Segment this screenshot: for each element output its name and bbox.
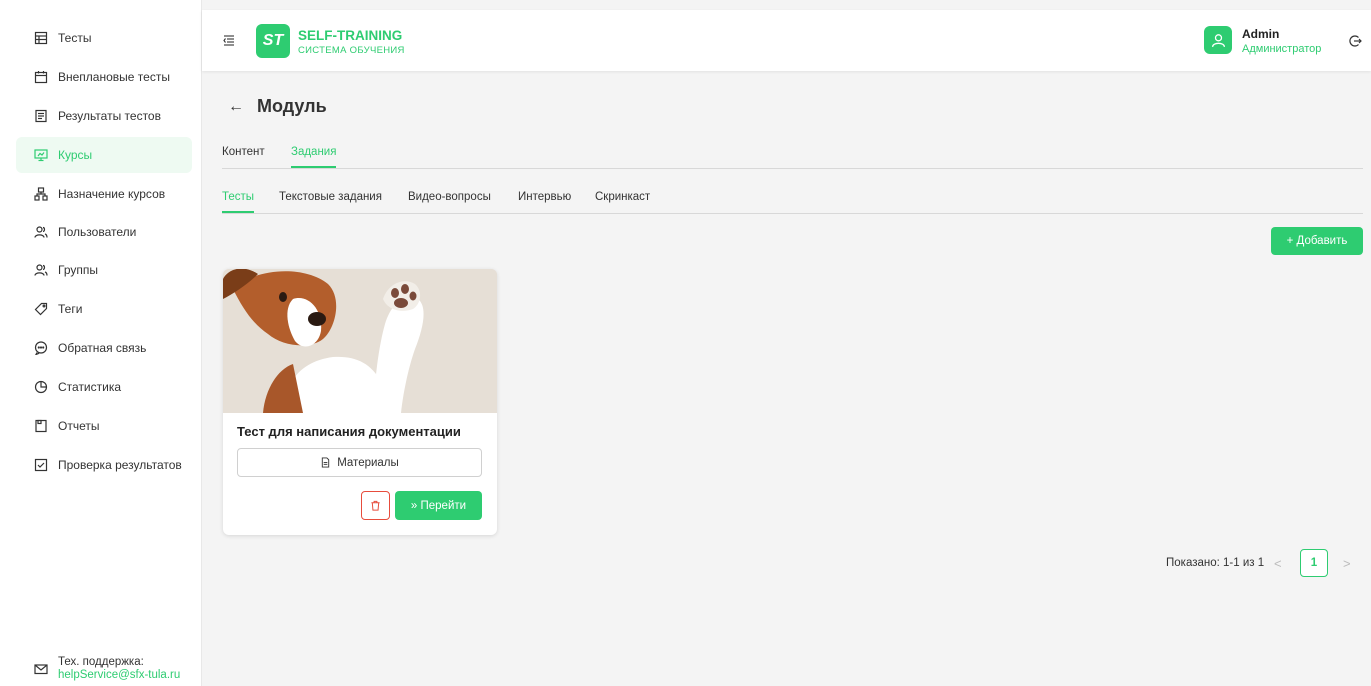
logout-icon[interactable] <box>1348 34 1362 48</box>
subtab-interview[interactable]: Интервью <box>518 191 571 211</box>
tab-assignments[interactable]: Задания <box>291 146 337 168</box>
sidebar-item-courses[interactable]: Курсы <box>16 137 192 173</box>
results-icon <box>34 109 48 123</box>
tag-icon <box>34 302 48 316</box>
sidebar: Тесты Внеплановые тесты Результаты тесто… <box>0 0 202 686</box>
subtab-screencast[interactable]: Скринкаст <box>595 191 650 211</box>
sidebar-item-test-results[interactable]: Результаты тестов <box>16 98 192 134</box>
support-email-link[interactable]: helpService@sfx-tula.ru <box>58 669 180 682</box>
add-button[interactable]: + Добавить <box>1271 227 1363 255</box>
sidebar-item-course-assignment[interactable]: Назначение курсов <box>16 176 192 212</box>
pagination-page-1[interactable]: 1 <box>1300 549 1328 577</box>
tab-content[interactable]: Контент <box>222 146 265 166</box>
trash-icon <box>371 500 380 511</box>
brand-title: SELF-TRAINING <box>298 28 403 43</box>
avatar[interactable] <box>1204 26 1232 54</box>
sidebar-item-label: Теги <box>58 302 83 316</box>
materials-button[interactable]: Материалы <box>237 448 482 477</box>
sidebar-item-label: Внеплановые тесты <box>58 70 170 84</box>
sidebar-item-tests[interactable]: Тесты <box>16 20 192 56</box>
page-title: Модуль <box>257 96 327 116</box>
subtab-text-assignments[interactable]: Текстовые задания <box>279 191 382 211</box>
user-role: Администратор <box>1242 43 1322 55</box>
card-image <box>223 269 497 413</box>
user-name: Admin <box>1242 27 1280 41</box>
users-icon <box>34 225 48 239</box>
top-header: ST SELF-TRAINING СИСТЕМА ОБУЧЕНИЯ Admin … <box>202 10 1371 71</box>
sidebar-item-statistics[interactable]: Статистика <box>16 369 192 405</box>
sidebar-item-tags[interactable]: Теги <box>16 291 192 327</box>
sidebar-item-label: Назначение курсов <box>58 187 166 201</box>
support-label: Тех. поддержка: <box>58 656 144 668</box>
sidebar-item-reports[interactable]: Отчеты <box>16 408 192 444</box>
pagination-next-button[interactable]: > <box>1343 556 1351 571</box>
subtab-video-questions[interactable]: Видео-вопросы <box>408 191 491 211</box>
pie-chart-icon <box>34 380 48 394</box>
logo-icon: ST <box>256 24 290 58</box>
sidebar-item-label: Обратная связь <box>58 341 147 355</box>
pagination-info: Показано: 1-1 из 1 <box>1166 557 1265 569</box>
calendar-icon <box>34 70 48 84</box>
brand-subtitle: СИСТЕМА ОБУЧЕНИЯ <box>298 45 405 56</box>
back-button[interactable]: ← <box>228 98 244 116</box>
groups-icon <box>34 263 48 277</box>
hierarchy-icon <box>34 187 48 201</box>
sidebar-item-users[interactable]: Пользователи <box>16 214 192 250</box>
course-icon <box>34 148 48 162</box>
sidebar-item-label: Курсы <box>58 148 93 162</box>
delete-button[interactable] <box>361 491 390 520</box>
go-button[interactable]: » Перейти <box>395 491 482 520</box>
sidebar-item-label: Статистика <box>58 380 122 394</box>
sidebar-item-unplanned-tests[interactable]: Внеплановые тесты <box>16 59 192 95</box>
test-icon <box>34 31 48 45</box>
module-tabs: Контент Задания <box>222 140 1363 169</box>
sidebar-item-label: Тесты <box>58 31 92 45</box>
checkbox-icon <box>34 458 48 472</box>
subtab-tests[interactable]: Тесты <box>222 191 255 213</box>
materials-label: Материалы <box>337 456 399 469</box>
test-card: Тест для написания документации Материал… <box>223 269 497 535</box>
pagination-prev-button[interactable]: < <box>1274 556 1282 571</box>
sidebar-item-label: Результаты тестов <box>58 109 161 123</box>
sidebar-item-label: Группы <box>58 263 98 277</box>
document-icon <box>322 457 330 468</box>
sidebar-item-label: Проверка результатов <box>58 458 182 472</box>
support-block: Тех. поддержка: helpService@sfx-tula.ru <box>34 656 180 682</box>
sidebar-item-result-check[interactable]: Проверка результатов <box>16 447 192 483</box>
sidebar-item-label: Отчеты <box>58 419 100 433</box>
assignment-subtabs: Тесты Текстовые задания Видео-вопросы Ин… <box>222 185 1363 214</box>
sidebar-item-feedback[interactable]: Обратная связь <box>16 330 192 366</box>
menu-collapse-icon[interactable] <box>222 33 236 47</box>
mail-icon <box>34 662 48 676</box>
sidebar-item-label: Пользователи <box>58 225 137 239</box>
sidebar-item-groups[interactable]: Группы <box>16 252 192 288</box>
card-title: Тест для написания документации <box>237 424 461 439</box>
report-icon <box>34 419 48 433</box>
feedback-icon <box>34 341 48 355</box>
